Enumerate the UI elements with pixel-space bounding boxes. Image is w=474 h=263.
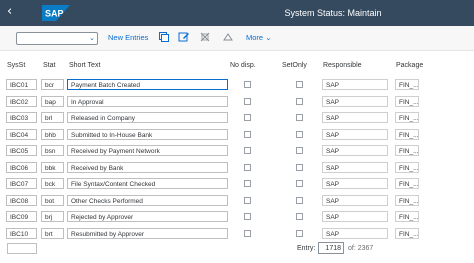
short-text-cell[interactable]: Submitted to In-House Bank	[67, 129, 228, 140]
responsible-cell[interactable]: SAP	[322, 178, 388, 189]
short-text-cell[interactable]: Received by Bank	[67, 162, 228, 173]
setonly-checkbox[interactable]	[296, 98, 303, 105]
sysst-cell[interactable]: IBC02	[6, 96, 37, 107]
no-disp-checkbox[interactable]	[244, 213, 251, 220]
responsible-cell[interactable]: SAP	[322, 112, 388, 123]
chevron-down-icon: ⌄	[265, 33, 272, 42]
sysst-cell[interactable]: IBC10	[6, 228, 37, 239]
header-stat: Stat	[43, 62, 56, 69]
responsible-cell[interactable]: SAP	[322, 145, 388, 156]
sysst-cell[interactable]: IBC05	[6, 145, 37, 156]
setonly-checkbox[interactable]	[296, 230, 303, 237]
short-text-cell[interactable]: In Approval	[67, 96, 228, 107]
package-cell[interactable]: FIN_...	[395, 228, 419, 239]
stat-cell[interactable]: brj	[41, 211, 64, 222]
stat-cell[interactable]: brl	[41, 112, 64, 123]
sysst-cell[interactable]: IBC07	[6, 178, 37, 189]
no-disp-checkbox[interactable]	[244, 180, 251, 187]
chevron-down-icon: ⌄	[89, 35, 95, 42]
no-disp-checkbox[interactable]	[244, 197, 251, 204]
command-field[interactable]: ⌄	[16, 32, 98, 45]
setonly-checkbox[interactable]	[296, 131, 303, 138]
header-package: Package	[396, 62, 424, 69]
delete-icon[interactable]	[199, 31, 211, 43]
entry-of-label: of: 2367	[348, 245, 374, 252]
responsible-cell[interactable]: SAP	[322, 129, 388, 140]
short-text-cell[interactable]: Received by Payment Network	[67, 145, 228, 156]
sysst-cell[interactable]: IBC04	[6, 129, 37, 140]
responsible-cell[interactable]: SAP	[322, 228, 388, 239]
package-cell[interactable]: FIN_...	[395, 195, 419, 206]
short-text-cell[interactable]: Other Checks Performed	[67, 195, 228, 206]
no-disp-checkbox[interactable]	[244, 147, 251, 154]
setonly-checkbox[interactable]	[296, 147, 303, 154]
stat-cell[interactable]: bap	[41, 96, 64, 107]
header-no-disp: No disp.	[230, 62, 256, 69]
stat-cell[interactable]: bsn	[41, 145, 64, 156]
responsible-cell[interactable]: SAP	[322, 79, 388, 90]
setonly-checkbox[interactable]	[296, 114, 303, 121]
edit-icon[interactable]	[178, 31, 190, 43]
package-cell[interactable]: FIN_...	[395, 112, 419, 123]
short-text-cell[interactable]: Payment Batch Created	[67, 79, 228, 90]
sysst-cell[interactable]: IBC01	[6, 79, 37, 90]
stat-cell[interactable]: bck	[41, 178, 64, 189]
package-cell[interactable]: FIN_...	[395, 79, 419, 90]
copy-icon[interactable]	[158, 31, 170, 43]
stat-cell[interactable]: bhb	[41, 129, 64, 140]
responsible-cell[interactable]: SAP	[322, 96, 388, 107]
page-title: System Status: Maintain	[284, 8, 382, 18]
sysst-cell[interactable]: IBC08	[6, 195, 37, 206]
header-short-text: Short Text	[69, 62, 101, 69]
header-setonly: SetOnly	[282, 62, 307, 69]
no-disp-checkbox[interactable]	[244, 164, 251, 171]
package-cell[interactable]: FIN_...	[395, 211, 419, 222]
no-disp-checkbox[interactable]	[244, 131, 251, 138]
setonly-checkbox[interactable]	[296, 197, 303, 204]
header-sysst: SysSt	[7, 62, 26, 69]
short-text-cell[interactable]: Resubmitted by Approver	[67, 228, 228, 239]
setonly-checkbox[interactable]	[296, 213, 303, 220]
no-disp-checkbox[interactable]	[244, 81, 251, 88]
package-cell[interactable]: FIN_...	[395, 162, 419, 173]
no-disp-checkbox[interactable]	[244, 114, 251, 121]
no-disp-checkbox[interactable]	[244, 98, 251, 105]
stat-cell[interactable]: brt	[41, 228, 64, 239]
more-label: More	[246, 33, 264, 42]
no-disp-checkbox[interactable]	[244, 230, 251, 237]
short-text-cell[interactable]: Rejected by Approver	[67, 211, 228, 222]
entry-label: Entry:	[297, 245, 316, 252]
stat-cell[interactable]: bbk	[41, 162, 64, 173]
short-text-cell[interactable]: Released in Company	[67, 112, 228, 123]
setonly-checkbox[interactable]	[296, 164, 303, 171]
header-responsible: Responsible	[323, 62, 362, 69]
package-cell[interactable]: FIN_...	[395, 96, 419, 107]
shell-bar: ‹ SAP System Status: Maintain	[0, 0, 474, 26]
new-row-input[interactable]	[7, 243, 37, 254]
sysst-cell[interactable]: IBC06	[6, 162, 37, 173]
responsible-cell[interactable]: SAP	[322, 211, 388, 222]
stat-cell[interactable]: bot	[41, 195, 64, 206]
more-button[interactable]: More ⌄	[246, 33, 271, 42]
package-cell[interactable]: FIN_...	[395, 178, 419, 189]
package-cell[interactable]: FIN_...	[395, 129, 419, 140]
short-text-cell[interactable]: File Syntax/Content Checked	[67, 178, 228, 189]
stat-cell[interactable]: bcr	[41, 79, 64, 90]
package-cell[interactable]: FIN_...	[395, 145, 419, 156]
setonly-checkbox[interactable]	[296, 81, 303, 88]
responsible-cell[interactable]: SAP	[322, 162, 388, 173]
sysst-cell[interactable]: IBC03	[6, 112, 37, 123]
triangle-up-icon[interactable]	[222, 31, 234, 43]
toolbar: ⌄ New Entries More ⌄	[0, 26, 474, 51]
entry-input[interactable]: 1718	[318, 242, 344, 254]
setonly-checkbox[interactable]	[296, 180, 303, 187]
responsible-cell[interactable]: SAP	[322, 195, 388, 206]
new-entries-button[interactable]: New Entries	[108, 33, 148, 42]
sysst-cell[interactable]: IBC09	[6, 211, 37, 222]
